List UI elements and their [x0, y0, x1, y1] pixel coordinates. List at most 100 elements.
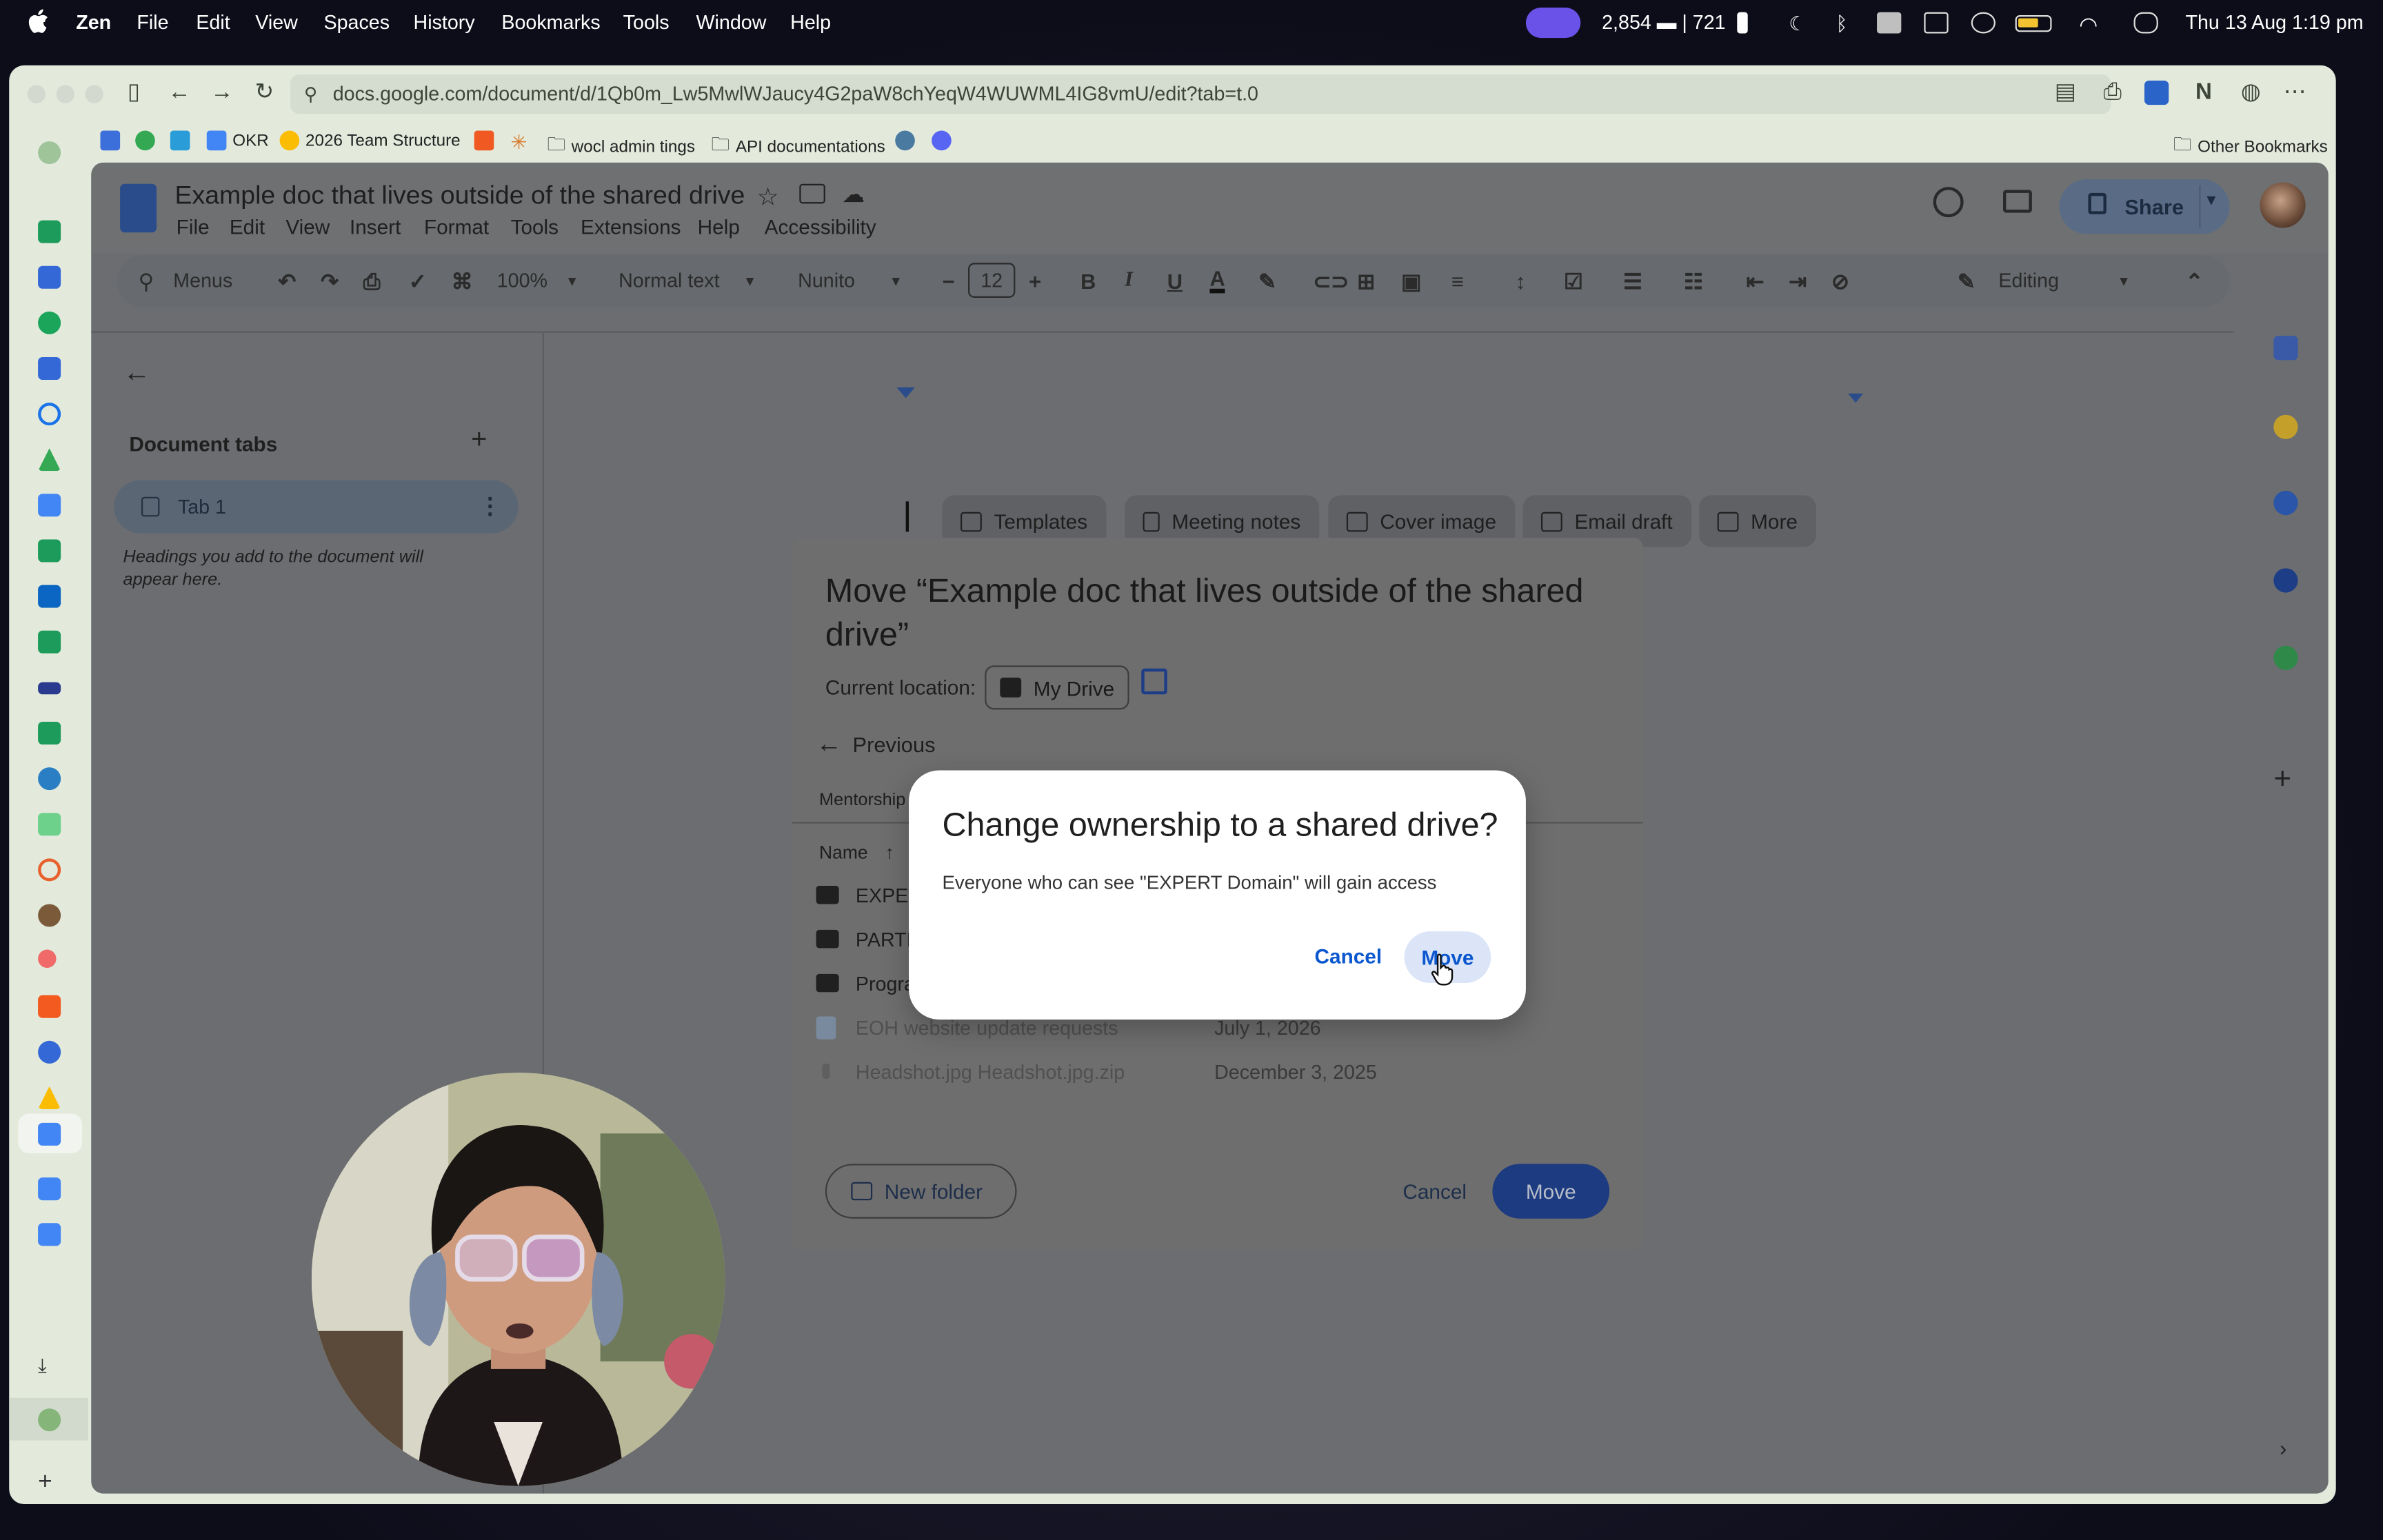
- chip-more[interactable]: More: [1699, 495, 1816, 547]
- print-icon[interactable]: ⎙: [2100, 80, 2124, 105]
- wifi-icon[interactable]: ◠: [2079, 12, 2103, 37]
- docs-menu-view[interactable]: View: [285, 216, 330, 239]
- text-color-icon[interactable]: A: [1209, 267, 1225, 294]
- app-sheets-icon[interactable]: [38, 220, 61, 243]
- docs-menu-file[interactable]: File: [177, 216, 210, 239]
- other-bookmarks[interactable]: 🗀 Other Bookmarks: [2173, 131, 2328, 163]
- battery-icon[interactable]: [2015, 15, 2052, 32]
- name-column-header[interactable]: Name ↑: [819, 842, 894, 863]
- docs-menu-insert[interactable]: Insert: [350, 216, 401, 239]
- close-outline-icon[interactable]: ←: [123, 357, 151, 389]
- app-docs-active-icon[interactable]: [38, 1122, 61, 1146]
- reader-icon[interactable]: ▤: [2053, 80, 2078, 105]
- breadcrumb-mentorship[interactable]: Mentorship: [819, 791, 905, 809]
- redo-icon[interactable]: ↷: [321, 269, 339, 294]
- docs-menu-extensions[interactable]: Extensions: [581, 216, 681, 239]
- notion-icon[interactable]: N: [2191, 80, 2215, 105]
- bookmark-team-structure[interactable]: 2026 Team Structure: [279, 130, 461, 151]
- bookmark-okr[interactable]: OKR: [206, 130, 269, 151]
- font-chevron-icon[interactable]: ▼: [889, 274, 903, 289]
- forward-icon[interactable]: →: [210, 80, 234, 105]
- style-chevron-icon[interactable]: ▼: [743, 274, 757, 289]
- increase-font-icon[interactable]: +: [1029, 269, 1041, 293]
- app-linkedin-icon[interactable]: [38, 585, 61, 608]
- app-circle-icon[interactable]: [38, 403, 61, 426]
- highlight-icon[interactable]: ✎: [1258, 269, 1276, 294]
- menu-edit[interactable]: Edit: [196, 10, 230, 33]
- app-docs-3-icon[interactable]: [38, 1223, 61, 1246]
- menu-tools[interactable]: Tools: [623, 10, 670, 33]
- control-center-icon[interactable]: [2133, 12, 2158, 34]
- line-spacing-icon[interactable]: ↕: [1515, 269, 1525, 293]
- paint-format-icon[interactable]: ⌘: [452, 269, 473, 294]
- link-icon[interactable]: ⊂⊃: [1313, 269, 1349, 294]
- left-indent-marker[interactable]: [896, 387, 915, 398]
- app-name-menu[interactable]: Zen: [76, 10, 111, 33]
- font-size-input[interactable]: 12: [968, 263, 1016, 298]
- extension-icon[interactable]: ◍: [2239, 80, 2263, 105]
- decrease-indent-icon[interactable]: ⇤: [1747, 269, 1764, 294]
- tab-1-item[interactable]: Tab 1 ⋮: [114, 480, 519, 534]
- bookmark-folder-api[interactable]: 🗀 API documentations: [712, 131, 885, 163]
- zoom-select[interactable]: 100%: [497, 269, 547, 292]
- docs-logo-icon[interactable]: [120, 183, 157, 233]
- comments-icon[interactable]: [2003, 190, 2032, 213]
- move-dialog-move-button[interactable]: Move: [1492, 1164, 1610, 1219]
- star-icon[interactable]: ☆: [757, 182, 779, 212]
- share-button[interactable]: Share ▼: [2059, 179, 2230, 234]
- address-bar[interactable]: ⚲ docs.google.com/document/d/1Qb0m_Lw5Mw…: [290, 74, 2111, 114]
- downloads-icon[interactable]: ⤓: [38, 1354, 61, 1377]
- minimize-window-button[interactable]: [56, 85, 75, 103]
- bookmark-2[interactable]: [135, 130, 155, 151]
- menu-file[interactable]: File: [137, 10, 168, 33]
- checklist-icon[interactable]: ☑: [1564, 269, 1583, 294]
- app-docs-2-icon[interactable]: [38, 1177, 61, 1201]
- add-comment-icon[interactable]: ⊞: [1357, 269, 1375, 294]
- clear-formatting-icon[interactable]: ⊘: [1831, 269, 1849, 294]
- insert-image-icon[interactable]: ▣: [1401, 269, 1421, 294]
- editing-mode-select[interactable]: Editing: [1998, 269, 2059, 292]
- tasks-side-icon[interactable]: [2273, 490, 2298, 516]
- docs-menu-format[interactable]: Format: [424, 216, 489, 239]
- bluetooth-icon[interactable]: ᛒ: [1836, 12, 1860, 35]
- current-location-chip[interactable]: My Drive: [985, 665, 1129, 710]
- spellcheck-icon[interactable]: ✓: [409, 269, 427, 294]
- mode-chevron-icon[interactable]: ▼: [2117, 274, 2131, 289]
- bookmark-gear[interactable]: [895, 130, 915, 151]
- app-drive-2-icon[interactable]: [38, 1086, 61, 1109]
- collapse-toolbar-icon[interactable]: ⌃: [2185, 269, 2203, 294]
- italic-icon[interactable]: I: [1125, 269, 1133, 293]
- cloud-status-icon[interactable]: ☁: [842, 181, 865, 207]
- undo-icon[interactable]: ↶: [278, 269, 296, 294]
- webcam-overlay[interactable]: [311, 1073, 725, 1486]
- previous-button[interactable]: ← Previous: [816, 729, 936, 760]
- menu-view[interactable]: View: [255, 10, 298, 33]
- space-icon[interactable]: [38, 1408, 61, 1432]
- open-location-icon[interactable]: [1141, 668, 1167, 695]
- menu-history[interactable]: History: [414, 10, 475, 33]
- app-calendar-icon[interactable]: [38, 265, 61, 289]
- align-icon[interactable]: ≡: [1451, 269, 1464, 293]
- confirm-cancel-button[interactable]: Cancel: [1315, 945, 1382, 968]
- app-duckduckgo-icon[interactable]: [38, 858, 61, 882]
- sidebar-toggle-icon[interactable]: ▯: [121, 80, 145, 105]
- menu-help[interactable]: Help: [790, 10, 831, 33]
- zoom-chevron-icon[interactable]: ▼: [565, 274, 579, 289]
- editing-pencil-icon[interactable]: ✎: [1958, 269, 1975, 294]
- zen-logo-icon[interactable]: [38, 141, 61, 165]
- url-text[interactable]: docs.google.com/document/d/1Qb0m_Lw5MwlW…: [333, 82, 1258, 105]
- more-options-icon[interactable]: ⋯: [2283, 80, 2307, 105]
- app-drive-icon[interactable]: [38, 448, 61, 472]
- share-dropdown-icon[interactable]: ▼: [2204, 193, 2219, 210]
- right-indent-marker[interactable]: [1848, 393, 1864, 403]
- print-doc-icon[interactable]: ⎙: [363, 269, 381, 294]
- bookmark-folder-admin[interactable]: 🗀 wocl admin tings: [547, 131, 695, 163]
- menu-window[interactable]: Window: [696, 10, 766, 33]
- app-sheets-4-icon[interactable]: [38, 721, 61, 745]
- app-calendar-2-icon[interactable]: [38, 356, 61, 381]
- numbered-list-icon[interactable]: ☷: [1684, 269, 1703, 294]
- maximize-window-button[interactable]: [85, 85, 103, 103]
- keep-side-icon[interactable]: [2273, 414, 2298, 439]
- show-side-panel-icon[interactable]: ›: [2280, 1436, 2286, 1460]
- apple-icon[interactable]: [28, 9, 49, 33]
